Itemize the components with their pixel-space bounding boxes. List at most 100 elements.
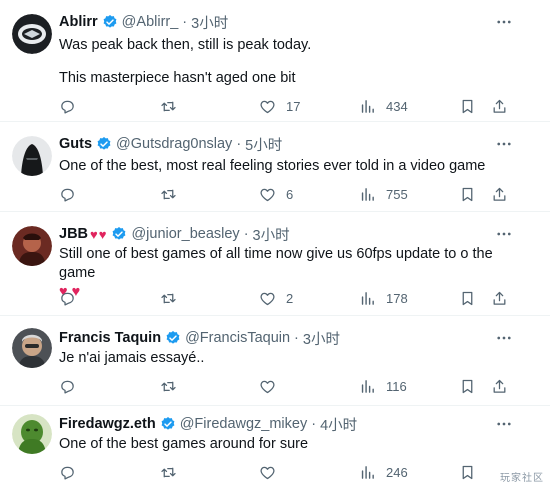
views-bar-chart-icon bbox=[361, 291, 374, 305]
bookmark-button[interactable] bbox=[459, 376, 476, 396]
share-icon bbox=[493, 379, 506, 393]
views-button[interactable]: 116 bbox=[359, 376, 407, 396]
views-button[interactable]: 178 bbox=[359, 288, 408, 308]
tweet-text-line: Still one of best games of all time now … bbox=[59, 246, 493, 281]
display-name[interactable]: JBB bbox=[59, 226, 88, 242]
retweet-button[interactable] bbox=[160, 96, 177, 116]
retweet-button[interactable] bbox=[160, 376, 177, 396]
reply-button[interactable] bbox=[59, 288, 76, 308]
verified-badge-icon bbox=[103, 15, 117, 28]
tweet-header: Francis Taquin @FrancisTaquin · 3小时 bbox=[59, 328, 340, 348]
timestamp[interactable]: 3小时 bbox=[303, 328, 340, 349]
more-options-icon[interactable] bbox=[494, 134, 514, 154]
view-count: 434 bbox=[386, 98, 408, 114]
more-options-icon[interactable] bbox=[494, 328, 514, 348]
tweet-text-line: One of the best, most real feeling stori… bbox=[59, 158, 486, 174]
heart-icon bbox=[260, 292, 275, 305]
views-button[interactable]: 755 bbox=[359, 184, 408, 204]
bookmark-button[interactable] bbox=[459, 96, 476, 116]
view-count: 755 bbox=[386, 186, 408, 202]
tweet[interactable]: Guts @Gutsdrag0nslay · 5小时 One of the be… bbox=[0, 122, 550, 212]
user-handle[interactable]: @Firedawgz_mikey bbox=[180, 416, 308, 432]
timestamp[interactable]: 3小时 bbox=[191, 12, 228, 33]
avatar[interactable] bbox=[12, 226, 52, 266]
tweet-actions: 17 434 bbox=[59, 96, 519, 116]
share-button[interactable] bbox=[491, 96, 508, 116]
retweet-button[interactable] bbox=[160, 462, 177, 482]
tweet[interactable]: Ablirr @Ablirr_ · 3小时 Was peak back then… bbox=[0, 0, 550, 122]
heart-icon bbox=[260, 188, 275, 201]
views-button[interactable]: 434 bbox=[359, 96, 408, 116]
tweet-text: Je n'ai jamais essayé.. bbox=[59, 349, 529, 368]
tweet[interactable]: JBB ♥♥ @junior_beasley · 3小时 Still one o… bbox=[0, 212, 550, 316]
like-button[interactable]: 6 bbox=[259, 184, 293, 204]
reply-button[interactable] bbox=[59, 462, 76, 482]
like-button[interactable] bbox=[259, 462, 286, 482]
views-button[interactable]: 246 bbox=[359, 462, 408, 482]
views-bar-chart-icon bbox=[361, 379, 374, 393]
separator-dot: · bbox=[294, 330, 299, 346]
user-handle[interactable]: @Ablirr_ bbox=[122, 14, 179, 30]
more-options-icon[interactable] bbox=[494, 12, 514, 32]
user-handle[interactable]: @Gutsdrag0nslay bbox=[116, 136, 232, 152]
tweet-actions: 246 bbox=[59, 462, 519, 482]
bookmark-button[interactable] bbox=[459, 288, 476, 308]
reply-icon bbox=[61, 292, 74, 306]
reply-icon bbox=[61, 188, 74, 202]
tweet-header: Guts @Gutsdrag0nslay · 5小时 bbox=[59, 134, 282, 154]
tweet-text: One of the best, most real feeling stori… bbox=[59, 157, 529, 176]
like-count: 6 bbox=[286, 186, 294, 202]
display-name[interactable]: Firedawgz.eth bbox=[59, 416, 156, 432]
retweet-icon bbox=[161, 381, 176, 391]
retweet-button[interactable] bbox=[160, 184, 177, 204]
display-name[interactable]: Guts bbox=[59, 136, 92, 152]
reply-icon bbox=[61, 380, 74, 394]
tweet-text-line: Je n'ai jamais essayé.. bbox=[59, 350, 205, 366]
views-bar-chart-icon bbox=[361, 465, 374, 479]
avatar[interactable] bbox=[12, 328, 52, 368]
bookmark-icon bbox=[462, 465, 473, 479]
timestamp[interactable]: 4小时 bbox=[320, 414, 357, 435]
timestamp[interactable]: 5小时 bbox=[245, 134, 282, 155]
share-button[interactable] bbox=[491, 376, 508, 396]
share-button[interactable] bbox=[491, 184, 508, 204]
tweet[interactable]: Francis Taquin @FrancisTaquin · 3小时 Je n… bbox=[0, 316, 550, 406]
more-options-icon[interactable] bbox=[494, 414, 514, 434]
views-bar-chart-icon bbox=[361, 99, 374, 113]
bookmark-button[interactable] bbox=[459, 184, 476, 204]
share-button[interactable] bbox=[491, 288, 508, 308]
name-hearts-emoji: ♥♥ bbox=[90, 226, 108, 242]
avatar[interactable] bbox=[12, 414, 52, 454]
user-handle[interactable]: @FrancisTaquin bbox=[185, 330, 290, 346]
tweet-header: Firedawgz.eth @Firedawgz_mikey · 4小时 bbox=[59, 414, 357, 434]
more-options-icon[interactable] bbox=[494, 224, 514, 244]
verified-badge-icon bbox=[113, 227, 126, 240]
tweet[interactable]: Firedawgz.eth @Firedawgz_mikey · 4小时 One… bbox=[0, 406, 550, 490]
avatar[interactable] bbox=[12, 136, 52, 176]
tweet-header: Ablirr @Ablirr_ · 3小时 bbox=[59, 12, 228, 32]
retweet-button[interactable] bbox=[160, 288, 177, 308]
tweet-actions: 6 755 bbox=[59, 184, 519, 204]
separator-dot: · bbox=[182, 14, 188, 30]
bookmark-icon bbox=[462, 379, 473, 393]
reply-button[interactable] bbox=[59, 96, 76, 116]
timestamp[interactable]: 3小时 bbox=[253, 224, 290, 245]
reply-button[interactable] bbox=[59, 376, 76, 396]
avatar[interactable] bbox=[12, 14, 52, 54]
reply-button[interactable] bbox=[59, 184, 76, 204]
like-button[interactable]: 2 bbox=[259, 288, 293, 308]
views-bar-chart-icon bbox=[361, 187, 374, 201]
like-button[interactable]: 17 bbox=[259, 96, 300, 116]
bookmark-button[interactable] bbox=[459, 462, 476, 482]
tweet-actions: 116 bbox=[59, 376, 519, 396]
reply-icon bbox=[61, 466, 74, 480]
display-name[interactable]: Francis Taquin bbox=[59, 330, 161, 346]
separator-dot: · bbox=[311, 416, 317, 432]
user-handle[interactable]: @junior_beasley bbox=[131, 226, 239, 242]
heart-icon bbox=[260, 466, 275, 479]
share-icon bbox=[493, 187, 506, 201]
display-name[interactable]: Ablirr bbox=[59, 14, 98, 30]
like-button[interactable] bbox=[259, 376, 286, 396]
reply-icon bbox=[61, 100, 74, 114]
tweet-text: Was peak back then, still is peak today.… bbox=[59, 36, 529, 88]
